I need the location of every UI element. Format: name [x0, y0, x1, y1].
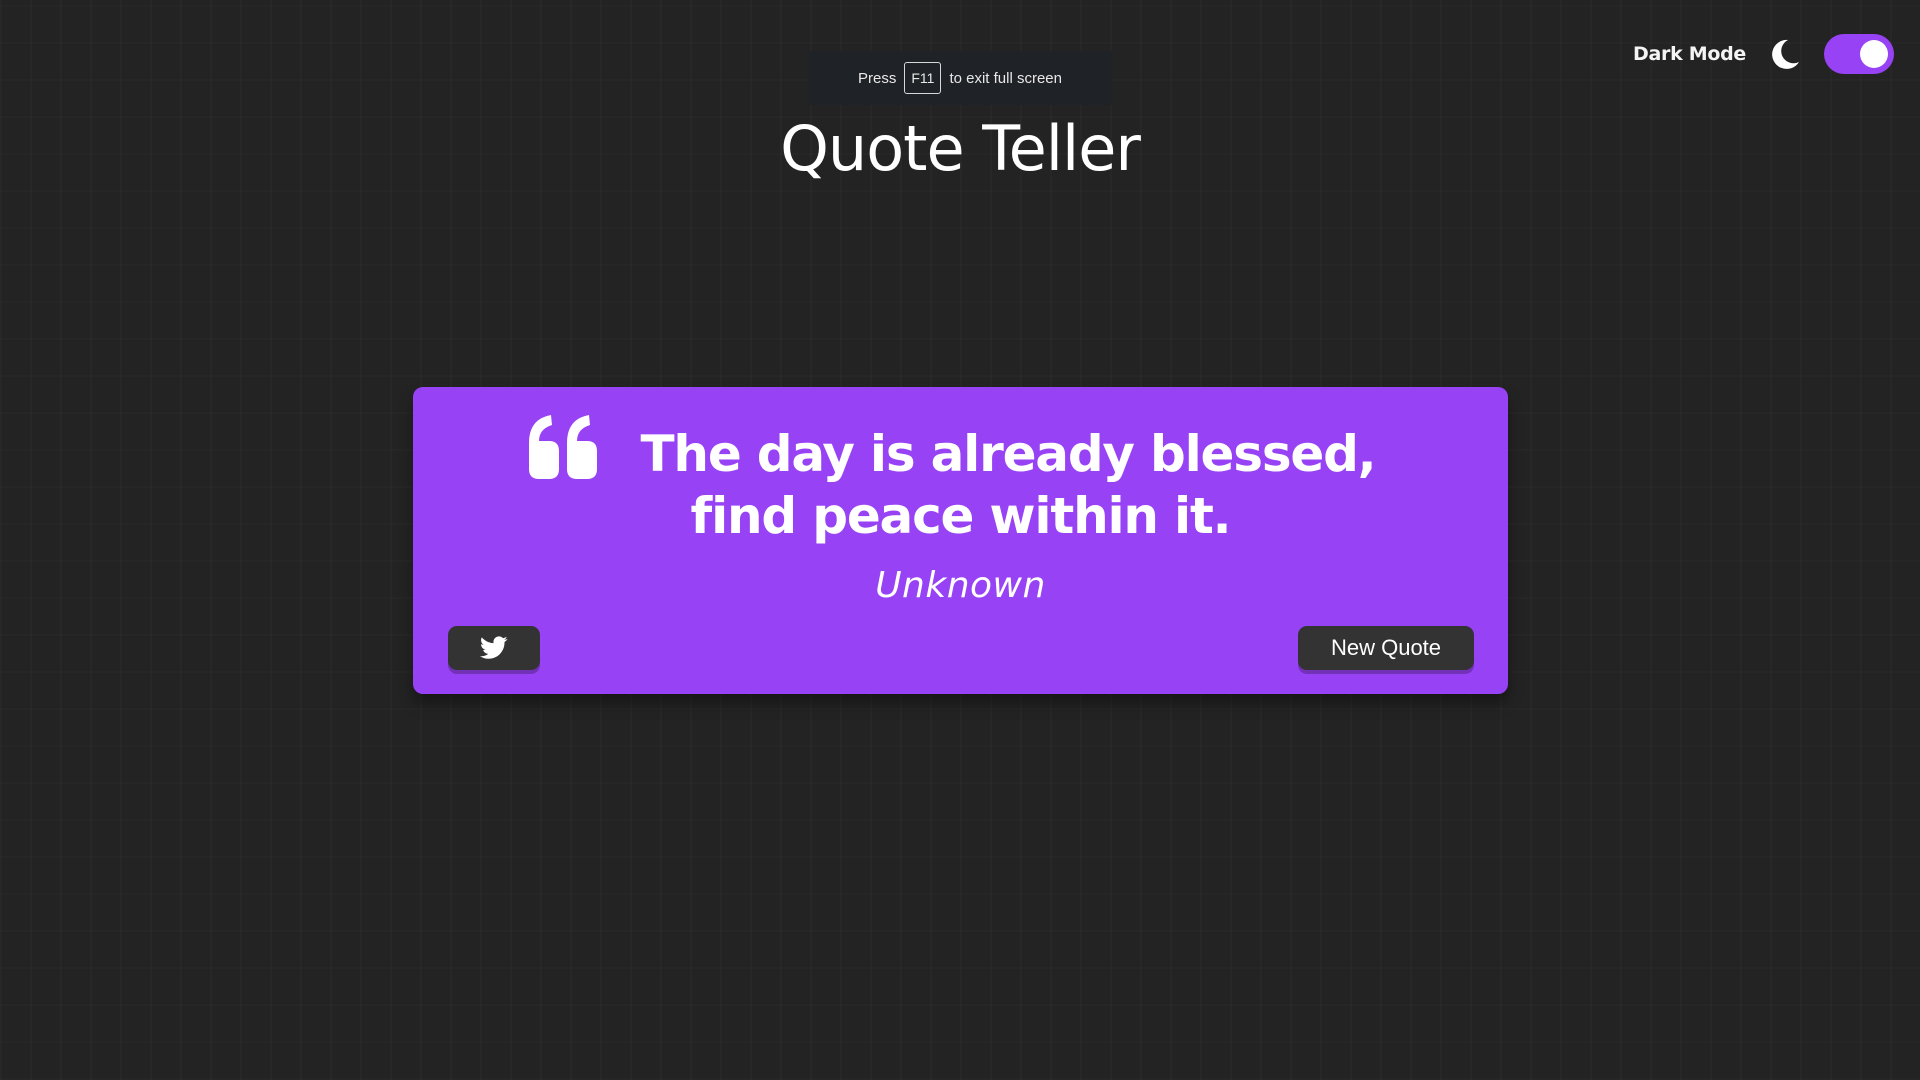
twitter-icon	[480, 636, 508, 659]
page-title: Quote Teller	[780, 112, 1141, 185]
fullscreen-hint-suffix: to exit full screen	[949, 69, 1062, 87]
dark-mode-toggle[interactable]	[1824, 34, 1894, 74]
quote-card: The day is already blessed, find peace w…	[413, 387, 1508, 694]
moon-icon	[1772, 39, 1799, 69]
new-quote-button[interactable]: New Quote	[1298, 626, 1474, 670]
fullscreen-hint-key: F11	[904, 62, 942, 94]
theme-label: Dark Mode	[1633, 43, 1746, 65]
quote-text: The day is already blessed, find peace w…	[640, 425, 1377, 545]
tweet-button[interactable]	[448, 626, 540, 670]
theme-switch: Dark Mode	[1633, 33, 1894, 75]
quote-author: Unknown	[875, 565, 1046, 606]
fullscreen-hint-prefix: Press	[858, 69, 897, 87]
toggle-knob	[1860, 40, 1888, 68]
fullscreen-hint: Press F11 to exit full screen	[808, 51, 1112, 105]
